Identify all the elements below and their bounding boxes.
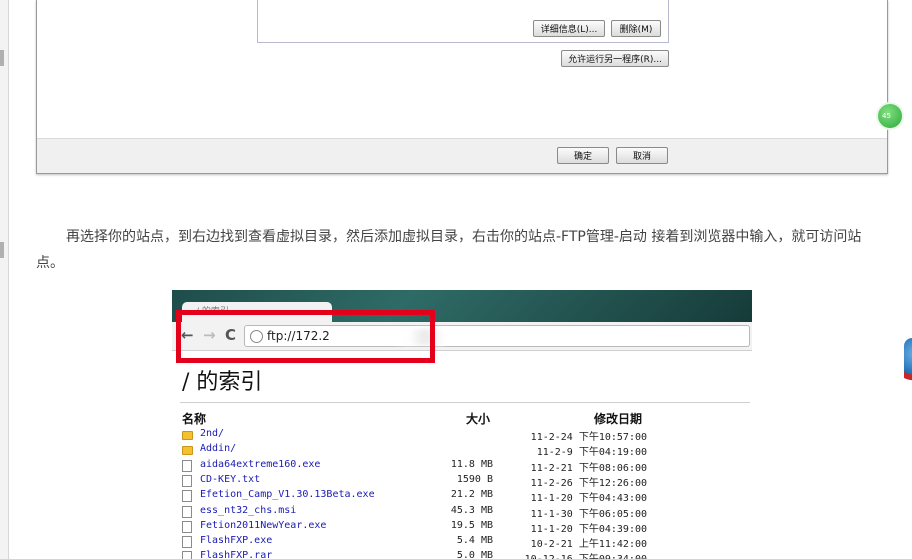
file-icon [182, 505, 192, 518]
article-paragraph: 再选择你的站点，到右边找到查看虚拟目录，然后添加虚拟目录，右击你的站点-FTP管… [36, 229, 862, 271]
file-size: 19.5 MB [450, 519, 493, 531]
address-highlight-box [176, 310, 435, 363]
file-link[interactable]: Fetion2011NewYear.exe [200, 520, 326, 531]
floating-badge[interactable]: 45 [876, 102, 904, 130]
file-row: Addin/11-2-9 下午04:19:00 [172, 443, 752, 458]
gutter-marker [0, 242, 4, 258]
firewall-dialog-image: 详细信息(L)... 删除(M) 允许运行另一程序(R)... 确定 取消 [36, 0, 888, 174]
gutter-marker [0, 50, 4, 66]
file-row: Efetion_Camp_V1.30.13Beta.exe 21.2 MB 11-1… [172, 489, 752, 504]
file-icon [182, 490, 192, 503]
file-icon [182, 459, 192, 472]
column-header-name: 名称 [182, 412, 207, 426]
delete-button[interactable]: 删除(M) [611, 20, 661, 37]
file-row: Fetion2011NewYear.exe 19.5 MB 11-1-20 下午04… [172, 520, 752, 535]
file-size: 21.2 MB [450, 489, 493, 501]
file-date: 11-2-9 下午04:19:00 [536, 447, 647, 459]
file-date: 11-2-21 下午08:06:00 [530, 462, 647, 474]
file-size: 5.4 MB [456, 535, 493, 547]
file-size: 1590 B [456, 473, 493, 485]
folder-icon [182, 431, 193, 440]
file-size: 5.0 MB [456, 550, 493, 559]
file-row: FlashFXP.exe 5.4 MB 10-2-21 上午11:42:00 [172, 535, 752, 550]
file-date: 11-1-30 下午06:05:00 [530, 508, 647, 520]
cancel-button[interactable]: 取消 [616, 147, 668, 164]
file-link[interactable]: Efetion_Camp_V1.30.13Beta.exe [200, 489, 375, 500]
file-date: 11-2-26 下午12:26:00 [530, 477, 647, 489]
file-date: 11-1-20 下午04:43:00 [530, 493, 647, 505]
column-header-size: 大小 [466, 412, 491, 426]
details-button[interactable]: 详细信息(L)... [533, 20, 605, 37]
file-row: aida64extreme160.exe 11.8 MB 11-2-21 下午08:… [172, 459, 752, 474]
dialog-footer: 确定 取消 [37, 138, 887, 173]
file-size: 45.3 MB [450, 504, 493, 516]
file-row: FlashFXP.rar 5.0 MB 10-12-16 下午09:34:00 [172, 550, 752, 559]
side-widget-icon[interactable] [904, 338, 912, 390]
index-title: / 的索引 [182, 370, 263, 395]
file-size: 11.8 MB [450, 458, 493, 470]
file-link[interactable]: 2nd/ [200, 428, 224, 439]
file-link[interactable]: FlashFXP.rar [200, 550, 272, 559]
file-link[interactable]: CD-KEY.txt [200, 474, 260, 485]
file-row: 2nd/11-2-24 下午10:57:00 [172, 428, 752, 443]
file-link[interactable]: Addin/ [200, 443, 236, 454]
column-header-modified: 修改日期 [594, 412, 643, 426]
file-date: 11-2-24 下午10:57:00 [530, 432, 647, 443]
title-divider [180, 402, 750, 403]
file-icon [182, 536, 192, 549]
page-gutter [0, 0, 9, 559]
file-date: 10-12-16 下午09:34:00 [525, 550, 647, 559]
file-link[interactable]: aida64extreme160.exe [200, 459, 320, 470]
program-listbox[interactable] [257, 0, 669, 43]
file-link[interactable]: FlashFXP.exe [200, 535, 272, 546]
file-date: 10-2-21 上午11:42:00 [530, 539, 647, 551]
file-row: CD-KEY.txt 1590 B 11-2-26 下午12:26:00 [172, 474, 752, 489]
file-row: ess_nt32_chs.msi 45.3 MB 11-1-30 下午06:05:0… [172, 505, 752, 520]
file-icon [182, 520, 192, 533]
folder-icon [182, 446, 193, 456]
file-icon [182, 551, 192, 559]
allow-program-button[interactable]: 允许运行另一程序(R)... [561, 50, 669, 67]
file-date: 11-1-20 下午04:39:00 [530, 523, 647, 535]
ok-button[interactable]: 确定 [557, 147, 609, 164]
file-icon [182, 474, 192, 487]
file-link[interactable]: ess_nt32_chs.msi [200, 505, 296, 516]
